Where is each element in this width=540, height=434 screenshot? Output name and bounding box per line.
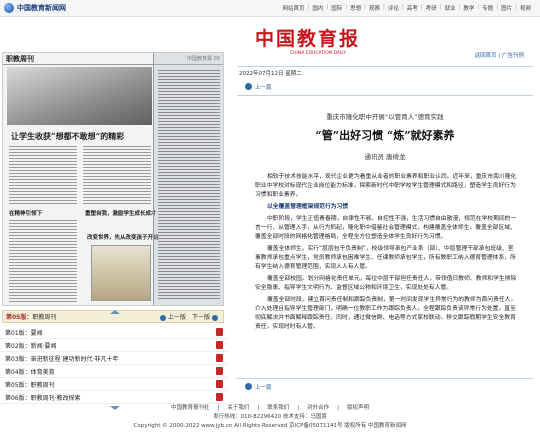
footer-links: 中国教育报刊社 | 关于我们 | 联系我们 | 对外合作 | 版权声明	[0, 404, 540, 413]
article-paragraph: 相较于技术技能水平，现代企业更为看重从业者的职业素养和职业认同。近年来，重庆市南…	[255, 174, 517, 198]
footer-link[interactable]: 对外合作	[303, 405, 333, 411]
page-list-label: 第03版：奋进新征程 建功新时代·非凡十年	[5, 355, 119, 363]
nav-item[interactable]: 考研	[423, 4, 440, 12]
article-paragraph: 覆盖全部校园。划分网格化责任单元，每位中层干部担任责任人，带领值日教师、教师和学…	[255, 276, 517, 291]
brand-logo: 中国教育报	[255, 28, 361, 50]
paper-subheadline: 改变世界，先从改变孩子开始	[87, 235, 159, 241]
prev-page-label: 上一版	[167, 314, 186, 321]
page-list-item[interactable]: 第01版：要闻	[0, 326, 228, 339]
scroll-up-icon[interactable]	[110, 310, 120, 314]
paper-masthead-title: 职教周刊	[6, 53, 34, 63]
article-body: 相较于技术技能水平，现代企业更为看重从业者的职业素养和职业认同。近年来，重庆市南…	[255, 173, 517, 335]
article-author: 通讯员 唐绮龙	[364, 153, 406, 161]
brand-english: CHINA EDUCATION DAILY	[290, 51, 347, 56]
nav-item[interactable]: 国际	[328, 4, 345, 12]
paper-painting-image	[91, 245, 151, 301]
footer-link[interactable]: 中国教育报刊社	[167, 405, 214, 411]
footer-copyright: Copyright © 2000-2022 www.jyb.cn All Rig…	[133, 423, 407, 429]
paper-headline: 让学生收获“想都不敢想”的精彩	[11, 131, 125, 141]
pdf-icon[interactable]	[216, 354, 223, 362]
page-list-item[interactable]: 第02版：新闻·要闻	[0, 339, 228, 352]
nav-item[interactable]: 网站首页	[279, 4, 307, 12]
nav-item[interactable]: 国内	[309, 4, 326, 12]
article-paragraph: 覆盖全体师生。实行“层层包干负责制”，校级领导承包产业系（部）、中层管理干部承包…	[255, 246, 516, 270]
paper-text-block	[158, 69, 220, 301]
article-paragraph: 中职阶段，学生正值青春期，自律性不够、自控性不强，生活习惯自由散漫，规范在学校期…	[255, 216, 517, 240]
footer-separator: |	[257, 405, 260, 411]
article-section-heading: 以全覆盖管理框架规范行为习惯	[267, 204, 349, 210]
nav-item[interactable]: 就业	[441, 4, 458, 12]
left-panel: 职教周刊 中国教育报 05 让学生收获“想都不敢想”的精彩 在精神引领下 重塑自…	[0, 17, 228, 413]
page-list-item[interactable]: 第06版：职教周刊·教改探索	[0, 391, 228, 404]
divider	[237, 95, 533, 96]
paper-subheadline: 重塑自我，激励学生成长成才	[85, 211, 157, 217]
nav-item[interactable]: 专题	[479, 4, 496, 12]
page-list-item[interactable]: 第03版：奋进新征程 建功新时代·非凡十年	[0, 352, 228, 365]
nav-item[interactable]: 教学	[460, 4, 477, 12]
nav-item[interactable]: 观察	[366, 4, 383, 12]
nav-item[interactable]: 图片	[498, 4, 515, 12]
footer-separator: |	[217, 405, 220, 411]
highlighted-article-area[interactable]	[153, 53, 223, 305]
paper-photo	[7, 67, 152, 125]
paper-text-block	[9, 219, 77, 303]
next-page-label: 下一版	[191, 314, 210, 321]
pdf-icon[interactable]	[216, 393, 223, 401]
prev-page-button[interactable]: 上一版	[159, 312, 186, 321]
newspaper-page-image[interactable]: 职教周刊 中国教育报 05 让学生收获“想都不敢想”的精彩 在精神引领下 重塑自…	[2, 52, 224, 306]
page-list-label: 第06版：职教周刊·教改探索	[5, 394, 81, 402]
divider	[237, 66, 533, 67]
site-logo[interactable]: 中国教育新闻网	[4, 3, 66, 13]
pdf-icon[interactable]	[216, 367, 223, 375]
footer-separator: |	[297, 405, 300, 411]
footer-separator: |	[337, 405, 339, 411]
paper-text-block	[83, 145, 151, 205]
article-subtitle: 重庆市隆化职中开展“以管育人”德育实践	[326, 113, 444, 121]
pdf-icon[interactable]	[216, 341, 223, 349]
page-list-label: 第02版：新闻·要闻	[5, 342, 57, 350]
issue-date: 2022年07月12日 星期二	[239, 71, 302, 77]
page-version: 第05版：	[6, 314, 33, 321]
article-title: “管”出好习惯 “炼”就好素养	[315, 129, 455, 142]
footer-link[interactable]: 关于我们	[223, 405, 253, 411]
prev-article-label: 上一篇	[255, 84, 272, 91]
footer-hotline: 发行热线：010-82296420 技术支持：马国喜	[213, 414, 327, 420]
paper-text-block	[9, 145, 77, 205]
page-list-item[interactable]: 第04版：体育美育	[0, 365, 228, 378]
header-links: 返回首页 | 广告刊例	[474, 53, 524, 59]
main-nav: 网站首页 | 国内 | 国际 | 思想 | 观察 | 评论 | 高考 | 考研 | 就业 | 教学 | 专题 | 图片 | 视频	[279, 4, 534, 12]
arrow-left-icon	[159, 314, 166, 321]
page-list-label: 第04版：体育美育	[5, 368, 55, 376]
site-name: 中国教育新闻网	[17, 3, 66, 12]
footer-link[interactable]: 联系我们	[263, 405, 293, 411]
back-home-link[interactable]: 返回首页	[475, 53, 497, 59]
article-paragraph: 覆盖全部时段。建立首问责任制和跟踪负责制，第一时间发现学生异常行为的教师为首问责…	[255, 297, 517, 330]
next-article-label: 上一篇	[255, 384, 272, 391]
page-list-item[interactable]: 第05版：职教周刊	[0, 378, 228, 391]
arrow-left-icon	[245, 383, 252, 390]
top-bar: 中国教育新闻网 网站首页 | 国内 | 国际 | 思想 | 观察 | 评论 | 高考 | 考研 | 就业 | 教学 |…	[0, 0, 540, 17]
page-list: 第01版：要闻第02版：新闻·要闻第03版：奋进新征程 建功新时代·非凡十年 第0…	[0, 326, 228, 404]
nav-item[interactable]: 思想	[347, 4, 364, 12]
nav-item[interactable]: 高考	[404, 4, 421, 12]
page-name[interactable]: 职教周刊	[32, 312, 56, 321]
divider	[237, 378, 533, 379]
ad-rates-link[interactable]: 广告刊例	[502, 53, 524, 59]
page-list-label: 第05版：职教周刊	[5, 381, 55, 389]
footer: 中国教育报刊社 | 关于我们 | 联系我们 | 对外合作 | 版权声明 发行热线：010-822…	[0, 404, 540, 431]
paper-subheadline: 在精神引领下	[9, 211, 43, 217]
arrow-right-icon	[212, 314, 218, 321]
nav-item[interactable]: 视频	[517, 4, 534, 12]
pdf-icon[interactable]	[216, 328, 223, 336]
globe-icon	[4, 3, 14, 13]
page-list-label: 第01版：要闻	[5, 329, 43, 337]
prev-article-button[interactable]: 上一篇	[245, 82, 285, 91]
next-article-button[interactable]: 上一篇	[245, 382, 285, 391]
nav-item[interactable]: 评论	[385, 4, 402, 12]
next-page-button[interactable]: 下一版	[192, 312, 220, 321]
arrow-left-icon	[245, 83, 252, 90]
footer-link[interactable]: 版权声明	[343, 405, 373, 411]
pdf-icon[interactable]	[216, 380, 223, 388]
